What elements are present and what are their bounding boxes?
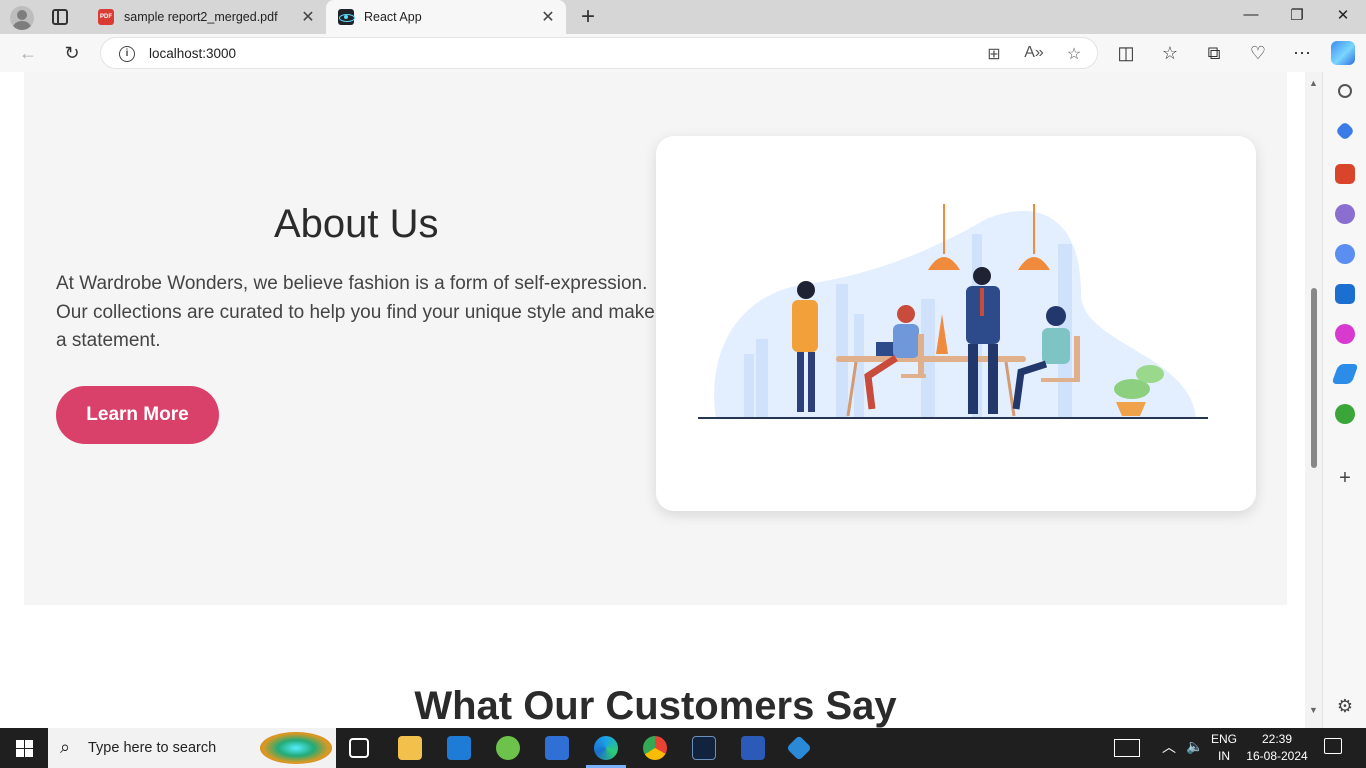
task-view-icon[interactable] [349, 738, 369, 758]
tab-title: sample report2_merged.pdf [124, 10, 278, 24]
volume-icon[interactable]: 🔈 [1186, 738, 1203, 755]
learn-more-button[interactable]: Learn More [56, 386, 219, 444]
copilot-icon[interactable] [1331, 41, 1355, 65]
sidebar-settings-icon[interactable]: ⚙ [1335, 696, 1355, 716]
url-text[interactable]: localhost:3000 [149, 46, 236, 61]
shopping-tag-icon[interactable] [1335, 121, 1355, 141]
tab-title: React App [364, 10, 422, 24]
team-meeting-illustration [698, 204, 1208, 419]
about-title: About Us [274, 202, 439, 246]
games-icon[interactable] [1335, 204, 1355, 224]
scroll-down-icon[interactable]: ▼ [1309, 705, 1318, 715]
react-icon [338, 9, 355, 25]
edge-browser-icon[interactable] [594, 736, 618, 760]
add-sidebar-icon[interactable]: + [1335, 468, 1355, 488]
pdf-icon: PDF [98, 9, 114, 25]
language-code: ENG [1210, 732, 1237, 746]
more-menu-icon[interactable]: ⋯ [1290, 42, 1314, 64]
tab-pdf[interactable]: PDF sample report2_merged.pdf ✕ [86, 0, 326, 34]
keyboard-icon[interactable] [1114, 739, 1140, 757]
page-scrollbar[interactable]: ▲ ▼ [1305, 72, 1322, 728]
favorites-icon[interactable]: ☆ [1158, 42, 1182, 64]
tools-icon[interactable] [1335, 164, 1355, 184]
split-screen-icon[interactable]: ◫ [1114, 42, 1138, 64]
search-highlight-image [260, 732, 332, 764]
browser-essentials-icon[interactable]: ♡ [1246, 42, 1270, 64]
chrome-icon[interactable] [643, 736, 667, 760]
search-icon: ⌕ [60, 737, 71, 757]
address-bar-row: ← ↻ i localhost:3000 ⊞ A» ☆ ◫ ☆ ⧉ ♡ ⋯ [0, 34, 1366, 72]
testimonials-title: What Our Customers Say [414, 684, 897, 728]
region-code: IN [1218, 749, 1230, 763]
clock-date: 16-08-2024 [1246, 749, 1308, 763]
tab-react-app[interactable]: React App ✕ [326, 0, 566, 34]
clock[interactable]: 22:39 16-08-2024 [1244, 732, 1310, 763]
profile-icon[interactable] [10, 6, 34, 30]
spring-tool-icon[interactable] [496, 736, 520, 760]
clock-time: 22:39 [1261, 732, 1293, 746]
scroll-thumb[interactable] [1311, 288, 1317, 468]
search-placeholder: Type here to search [88, 740, 217, 756]
language-indicator[interactable]: ENG IN [1208, 732, 1240, 763]
minimize-icon[interactable]: — [1228, 6, 1274, 23]
mail-icon[interactable] [447, 736, 471, 760]
windows-taskbar: ⌕ Type here to search ︿ 🔈 ENG IN 22:39 1… [0, 728, 1366, 768]
microsoft-365-icon[interactable] [1335, 244, 1355, 264]
tab-actions-icon[interactable] [52, 9, 68, 25]
address-bar[interactable]: i localhost:3000 ⊞ A» ☆ [100, 37, 1098, 69]
notifications-icon[interactable] [1324, 738, 1342, 754]
read-aloud-icon[interactable]: A» [1023, 44, 1045, 62]
browser-tab-strip: PDF sample report2_merged.pdf ✕ React Ap… [0, 0, 1366, 34]
favorite-star-icon[interactable]: ☆ [1063, 44, 1085, 64]
show-hidden-icons[interactable]: ︿ [1162, 737, 1176, 757]
new-tab-button[interactable]: + [575, 3, 601, 31]
site-info-icon[interactable]: i [119, 46, 135, 62]
windows-start-icon[interactable] [16, 740, 33, 757]
about-section: About Us At Wardrobe Wonders, we believe… [24, 72, 1287, 605]
close-tab-icon[interactable]: ✕ [296, 7, 320, 27]
edge-sidebar: + ⚙ [1322, 72, 1366, 728]
taskbar-search[interactable]: ⌕ Type here to search [48, 728, 336, 768]
refresh-icon[interactable]: ↻ [60, 42, 84, 64]
scroll-up-icon[interactable]: ▲ [1309, 78, 1318, 88]
restore-icon[interactable]: ❐ [1274, 6, 1320, 24]
designer-icon[interactable] [1335, 324, 1355, 344]
back-icon[interactable]: ← [16, 42, 40, 64]
about-description: At Wardrobe Wonders, we believe fashion … [56, 273, 655, 352]
vscode-icon[interactable] [786, 735, 812, 761]
word-icon[interactable] [741, 736, 765, 760]
web-page: About Us At Wardrobe Wonders, we believe… [0, 72, 1305, 728]
mysql-icon[interactable] [692, 736, 716, 760]
close-tab-icon[interactable]: ✕ [536, 7, 560, 27]
app-available-icon[interactable]: ⊞ [983, 44, 1005, 64]
microsoft-store-icon[interactable] [545, 736, 569, 760]
tree-icon[interactable] [1335, 404, 1355, 424]
send-icon[interactable] [1331, 364, 1359, 384]
close-window-icon[interactable]: ✕ [1320, 6, 1366, 24]
outlook-icon[interactable] [1335, 284, 1355, 304]
collections-icon[interactable]: ⧉ [1202, 42, 1226, 64]
file-explorer-icon[interactable] [398, 736, 422, 760]
illustration-card [656, 136, 1256, 511]
search-icon[interactable] [1338, 84, 1352, 98]
